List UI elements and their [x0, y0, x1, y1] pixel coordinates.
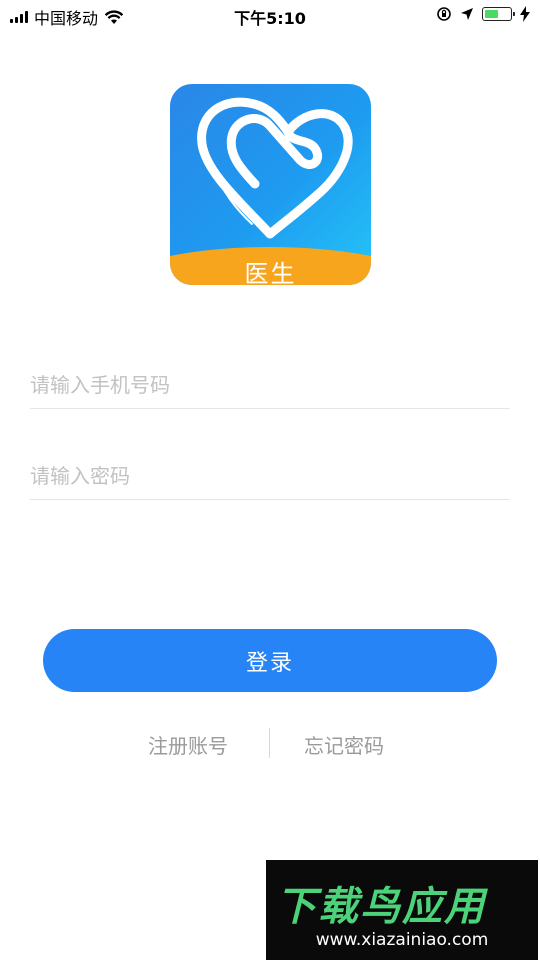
- forgot-password-link[interactable]: 忘记密码: [304, 730, 384, 759]
- register-link[interactable]: 注册账号: [148, 730, 228, 759]
- link-divider: [269, 728, 270, 758]
- logo-label: 医生: [244, 260, 297, 285]
- location-arrow-icon: [461, 8, 473, 20]
- login-button[interactable]: 登录: [43, 629, 497, 692]
- watermark-url: www.xiazainiao.com: [315, 930, 489, 950]
- password-input[interactable]: [30, 453, 510, 500]
- battery-level: [485, 10, 498, 18]
- status-right: [436, 6, 530, 22]
- app-logo: 医生: [170, 84, 371, 285]
- auth-links: 注册账号 忘记密码: [0, 728, 540, 760]
- status-bar: 中国移动 下午5:10: [0, 0, 540, 30]
- watermark: 下载鸟应用 www.xiazainiao.com: [266, 860, 538, 960]
- charging-bolt-icon: [520, 6, 530, 22]
- battery-icon: [482, 7, 515, 21]
- phone-input[interactable]: [30, 362, 510, 409]
- orientation-lock-icon: [437, 7, 451, 21]
- watermark-title: 下载鸟应用: [276, 884, 486, 930]
